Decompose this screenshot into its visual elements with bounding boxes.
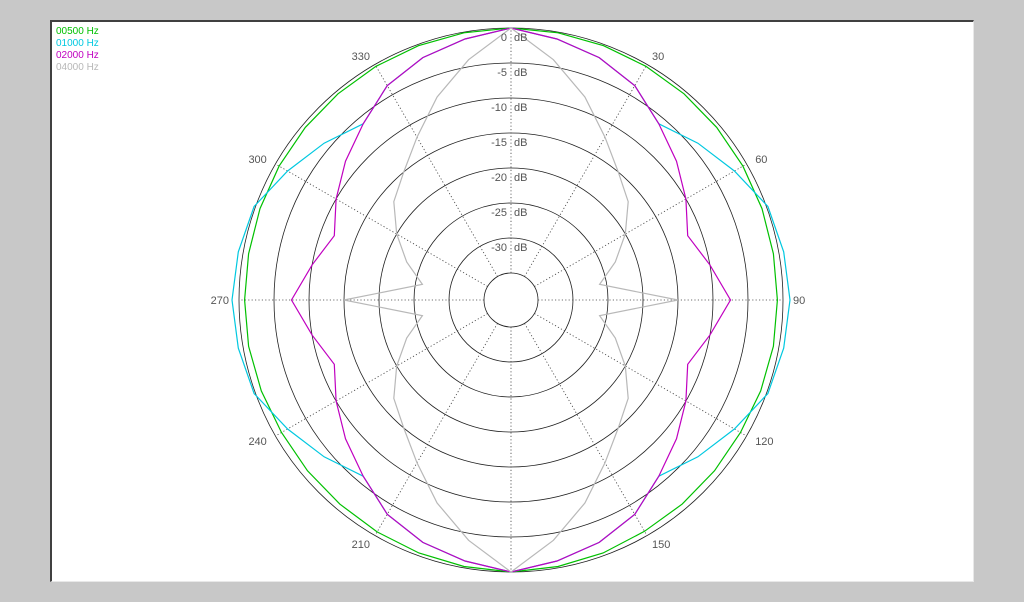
angle-label: 300 (248, 154, 266, 166)
grid-spoke (534, 313, 747, 437)
grid-spoke (524, 323, 648, 536)
angle-label: 150 (652, 539, 670, 551)
angle-label: 240 (248, 436, 266, 448)
legend-entry-1000hz: 01000 Hz (56, 38, 99, 49)
angle-label: 210 (352, 539, 370, 551)
polar-chart: 0 dB -5 dB -10 dB -15 dB -20 dB -25 dB -30 dB 30 60 90 12… (211, 27, 806, 573)
angle-label: 120 (755, 436, 773, 448)
ring-unit-label: dB (514, 32, 527, 44)
ring-label: -10 (491, 102, 507, 114)
ring-unit-label: dB (514, 102, 527, 114)
grid-spoke (275, 163, 488, 287)
grid-spoke (275, 313, 488, 437)
angle-label: 330 (352, 51, 370, 63)
ring-unit-label: dB (514, 137, 527, 149)
angle-label: 90 (793, 295, 805, 307)
grid-spoke (374, 64, 498, 277)
legend-entry-500hz: 00500 Hz (56, 26, 99, 37)
grid-spoke (374, 323, 498, 536)
ring-label: -25 (491, 207, 507, 219)
ring-label: 0 (501, 32, 507, 44)
legend-entry-2000hz: 02000 Hz (56, 50, 99, 61)
grid-ring (308, 97, 714, 503)
ring-unit-label: dB (514, 207, 527, 219)
grid-ring (343, 132, 679, 468)
ring-unit-label: dB (514, 242, 527, 254)
polar-grid (238, 27, 784, 573)
ring-label: -30 (491, 242, 507, 254)
grid-ring (448, 237, 574, 363)
grid-spoke (534, 163, 747, 287)
angle-label: 270 (211, 295, 229, 307)
grid-ring (483, 272, 539, 328)
ring-label: -15 (491, 137, 507, 149)
ring-unit-label: dB (514, 172, 527, 184)
ring-label: -20 (491, 172, 507, 184)
angle-label: 30 (652, 51, 664, 63)
angle-label: 60 (755, 154, 767, 166)
label-layer: 0 dB -5 dB -10 dB -15 dB -20 dB -25 dB -30 dB 30 60 90 12… (211, 32, 806, 551)
ring-unit-label: dB (514, 67, 527, 79)
grid-spoke (524, 64, 648, 277)
ring-label: -5 (497, 67, 507, 79)
legend-entry-4000hz: 04000 Hz (56, 62, 99, 73)
